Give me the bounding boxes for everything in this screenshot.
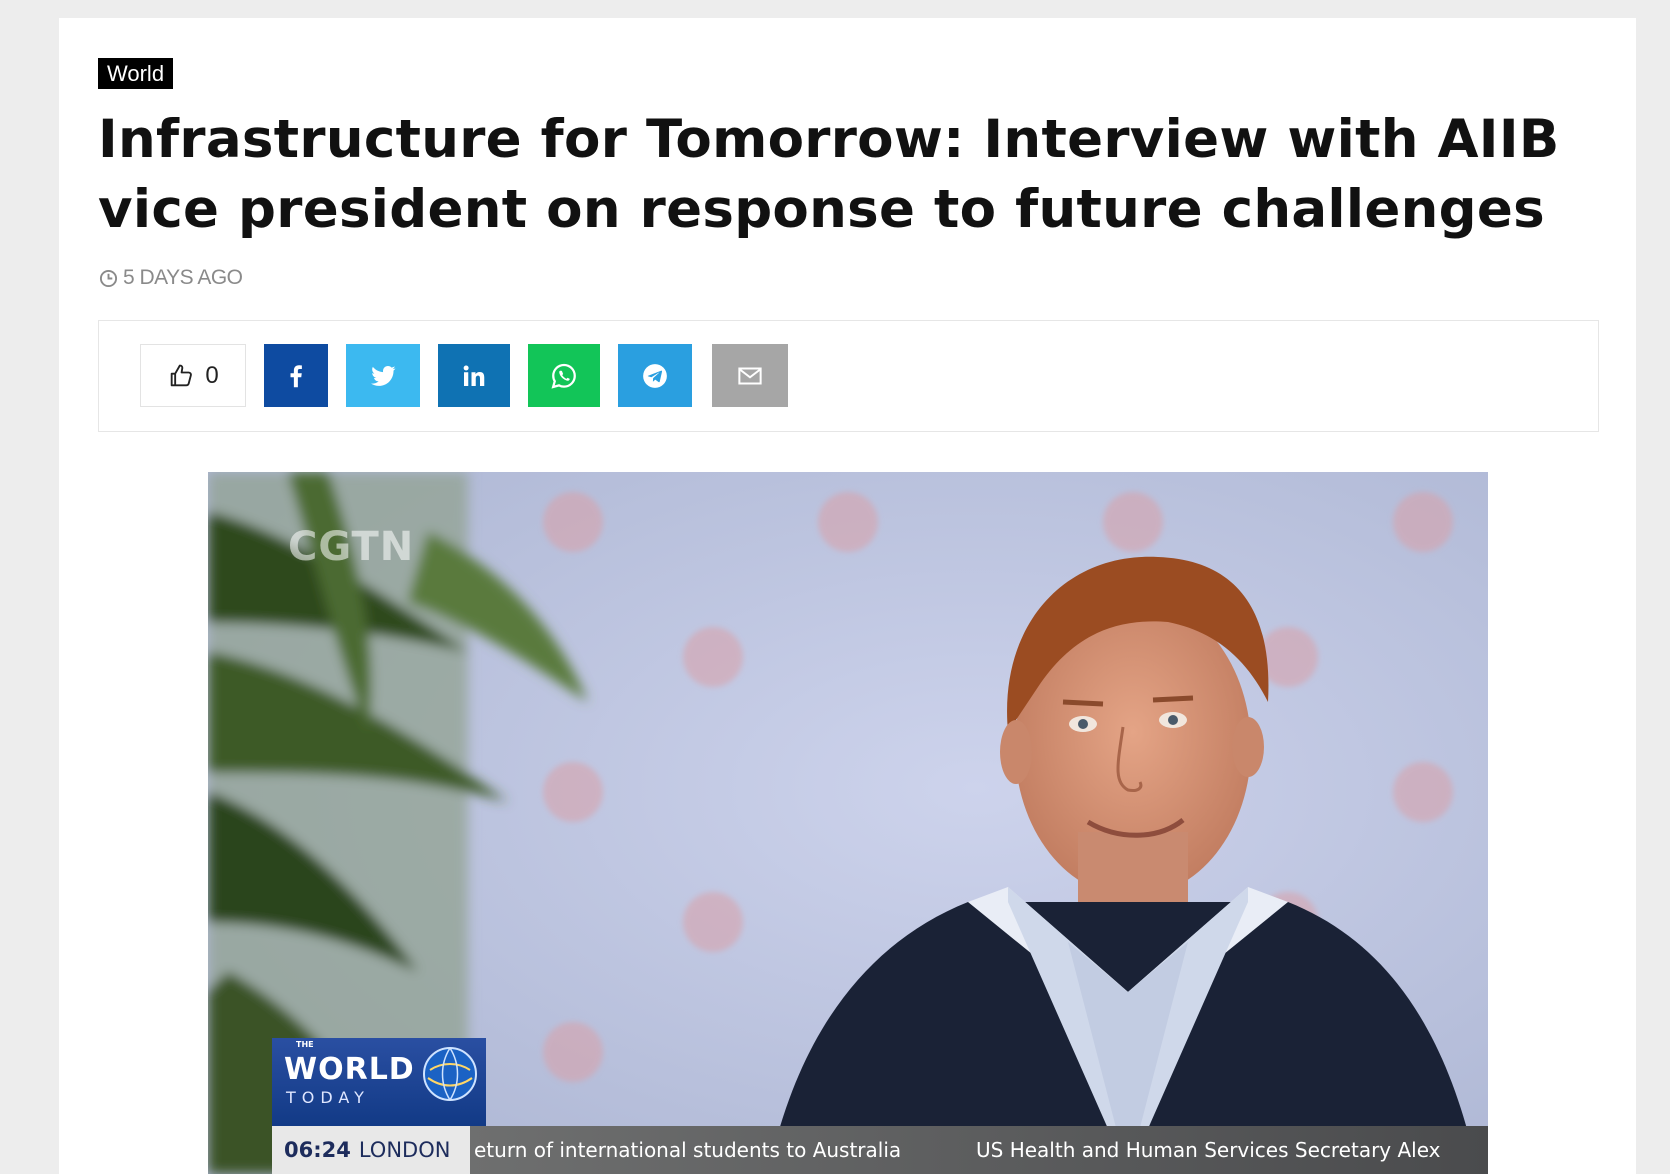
thumbs-up-icon xyxy=(171,364,193,386)
category-tag[interactable]: World xyxy=(98,58,174,89)
broadcast-clock: 06:24 LONDON xyxy=(272,1126,470,1174)
channel-watermark: CGTN xyxy=(288,524,415,570)
post-date: 5 DAYS AGO xyxy=(99,266,243,290)
news-ticker: eturn of international students to Austr… xyxy=(470,1126,1488,1174)
mail-icon xyxy=(738,367,762,384)
share-facebook-button[interactable] xyxy=(264,344,328,407)
ticker-item: eturn of international students to Austr… xyxy=(474,1138,902,1162)
like-button[interactable]: 0 xyxy=(140,344,246,407)
like-count: 0 xyxy=(205,361,219,389)
share-twitter-button[interactable] xyxy=(346,344,420,407)
show-logo-the: THE xyxy=(296,1040,314,1049)
article-title: Infrastructure for Tomorrow: Interview w… xyxy=(98,109,1560,240)
share-linkedin-button[interactable] xyxy=(438,344,510,407)
facebook-icon xyxy=(290,364,302,387)
whatsapp-icon xyxy=(551,363,576,389)
globe-icon xyxy=(423,1047,477,1101)
post-date-text: 5 DAYS AGO xyxy=(123,266,243,289)
telegram-icon xyxy=(643,363,667,388)
share-telegram-button[interactable] xyxy=(618,344,692,407)
share-email-button[interactable] xyxy=(712,344,788,407)
video-frame[interactable]: CGTN THE WORLD TODAY 06:24 LONDON eturn … xyxy=(208,472,1488,1174)
ticker-item: US Health and Human Services Secretary A… xyxy=(976,1138,1441,1162)
broadcast-city: LONDON xyxy=(358,1138,451,1162)
broadcast-time: 06:24 xyxy=(284,1138,351,1162)
twitter-icon xyxy=(370,365,396,386)
linkedin-icon xyxy=(463,365,485,386)
share-whatsapp-button[interactable] xyxy=(528,344,600,407)
clock-icon xyxy=(99,269,118,287)
show-logo-today: TODAY xyxy=(286,1088,370,1107)
show-logo-world: WORLD xyxy=(284,1052,415,1087)
